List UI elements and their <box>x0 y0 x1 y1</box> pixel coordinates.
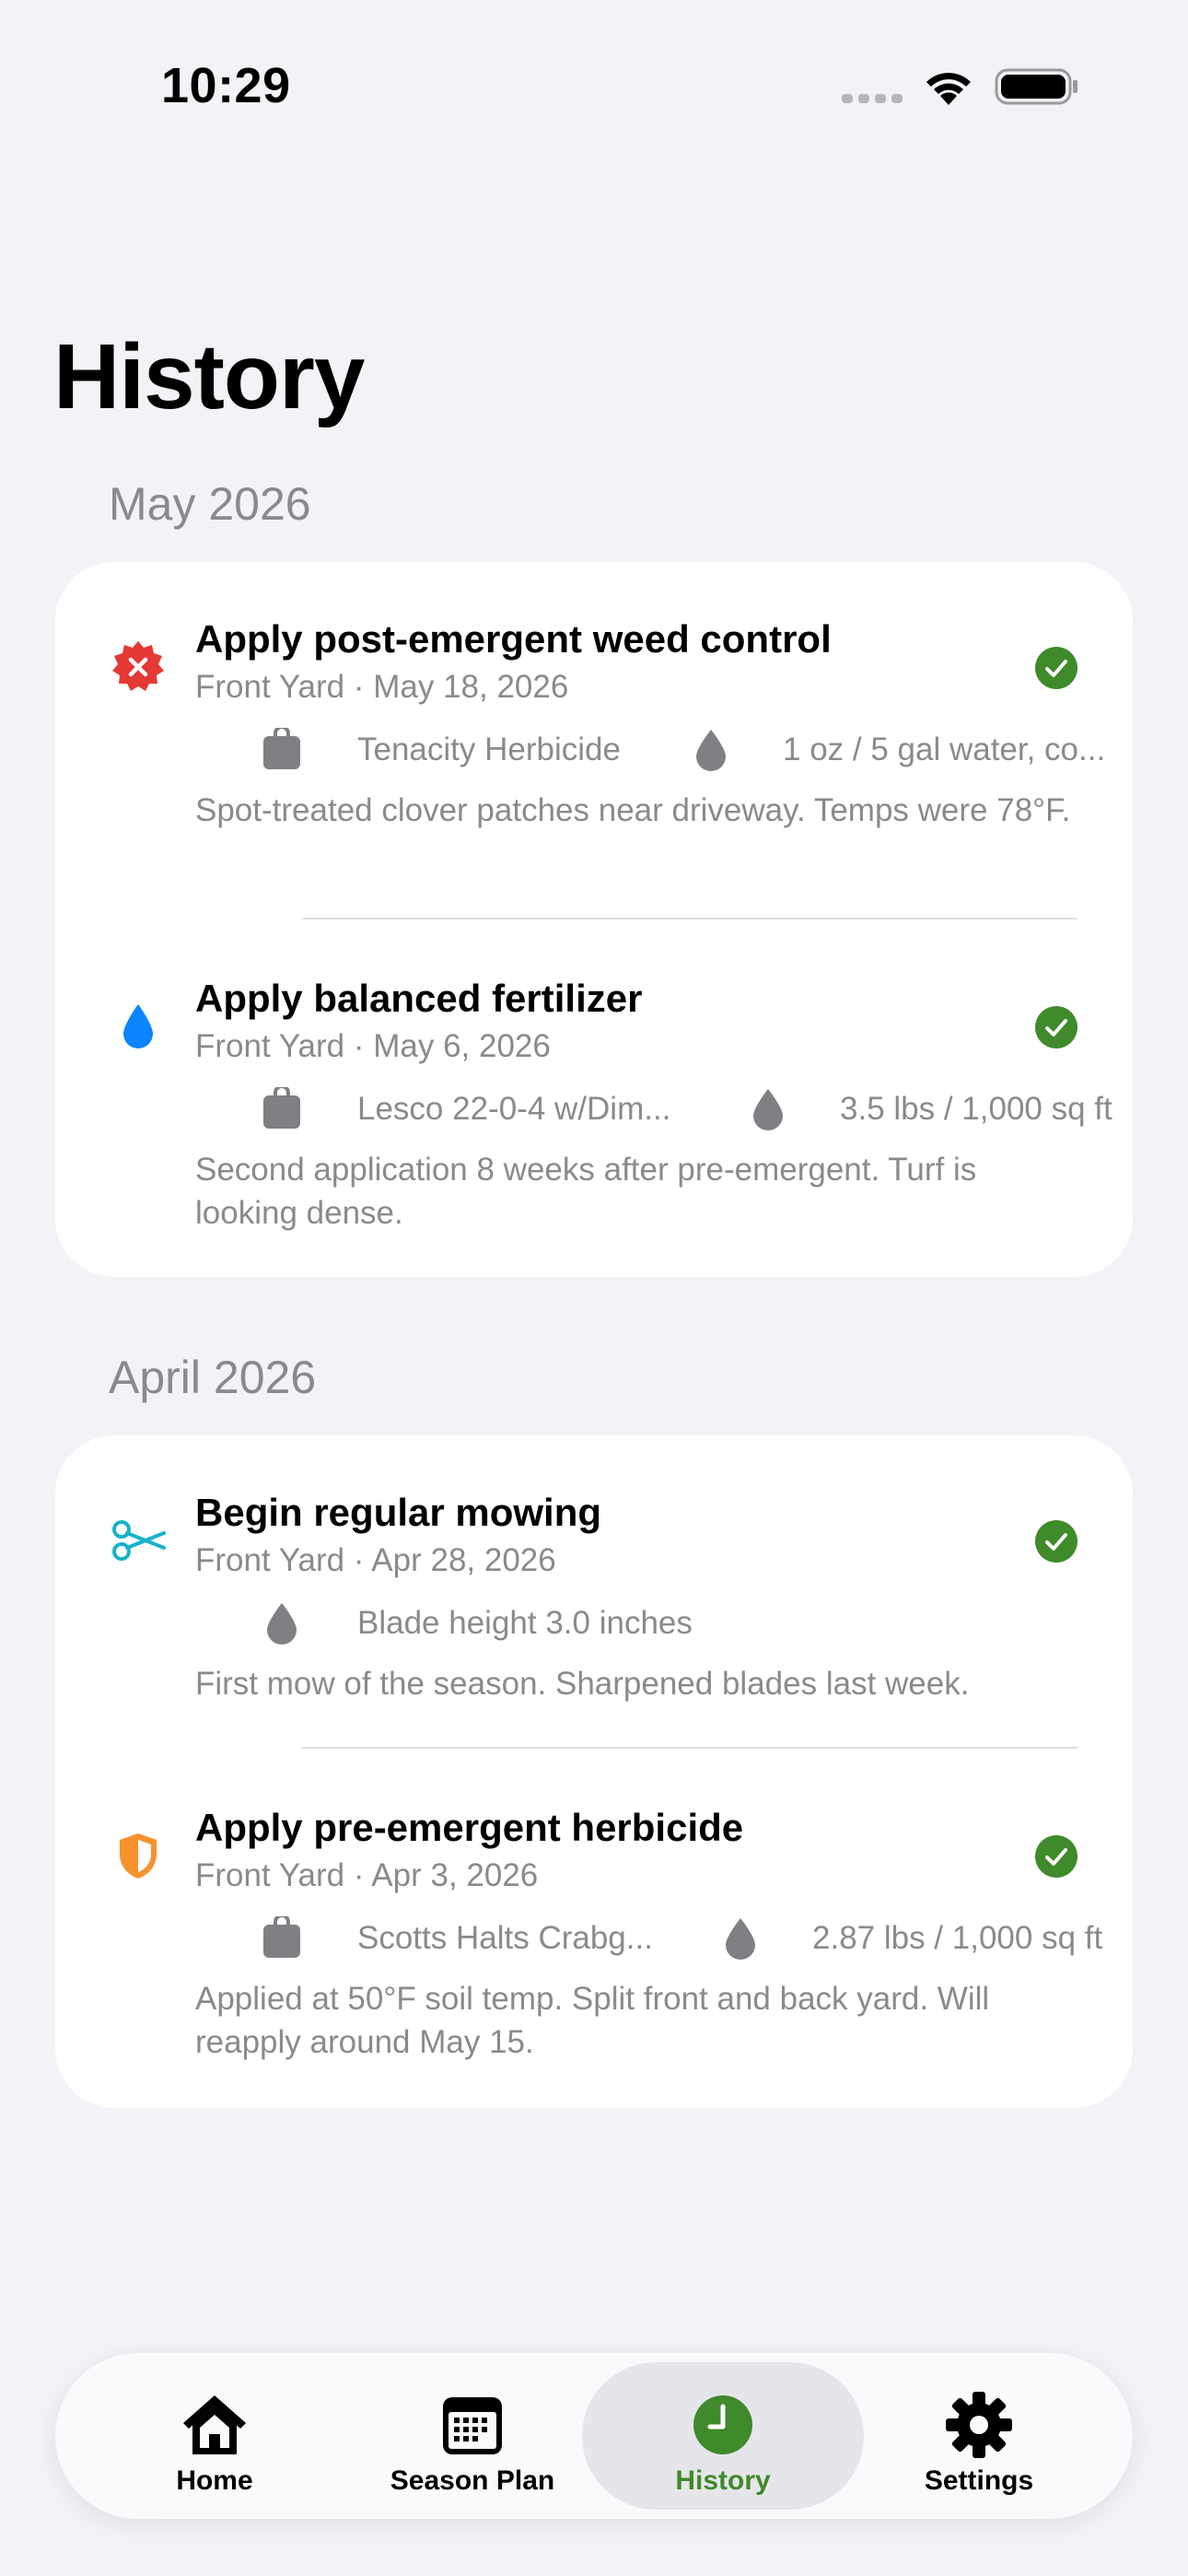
drop-icon <box>726 1918 755 1960</box>
section-header-april-2026: April 2026 <box>109 1352 317 1403</box>
tab-label: History <box>675 2465 771 2496</box>
entry-subtitle: Front Yard · May 18, 2026 <box>195 669 569 705</box>
scissors-icon <box>112 1520 166 1561</box>
completed-check-icon <box>1035 647 1077 689</box>
shield-icon <box>120 1833 157 1879</box>
entry-title: Begin regular mowing <box>195 1491 602 1534</box>
entry-note: Second application 8 weeks after pre-eme… <box>195 1152 977 1231</box>
application-rate: 2.87 lbs / 1,000 sq ft <box>812 1920 1103 1956</box>
clock-icon <box>693 2395 752 2454</box>
entry-subtitle: Front Yard · Apr 3, 2026 <box>195 1857 539 1893</box>
tab-history[interactable]: History <box>582 2362 864 2510</box>
history-entry[interactable]: Begin regular mowing Front Yard · Apr 28… <box>55 1491 1133 1730</box>
tab-home[interactable]: Home <box>74 2362 355 2510</box>
entry-note: First mow of the season. Sharpened blade… <box>195 1666 970 1702</box>
history-entry[interactable]: Apply balanced fertilizer Front Yard · M… <box>55 977 1133 1253</box>
product-name: Scotts Halts Crabg... <box>357 1920 653 1956</box>
tab-settings[interactable]: Settings <box>838 2362 1120 2510</box>
history-entry[interactable]: Apply pre-emergent herbicide Front Yard … <box>55 1806 1133 2082</box>
drop-icon <box>753 1089 783 1130</box>
status-bar: 10:29 <box>0 0 1188 175</box>
entry-subtitle: Front Yard · Apr 28, 2026 <box>195 1542 556 1578</box>
completed-check-icon <box>1035 1006 1077 1048</box>
product-name: Lesco 22-0-4 w/Dim... <box>357 1091 671 1127</box>
blade-height: Blade height 3.0 inches <box>357 1605 693 1641</box>
fertilizer-drop-icon <box>123 1004 153 1048</box>
tab-season-plan[interactable]: Season Plan <box>332 2362 613 2510</box>
history-card-may-2026: Apply post-emergent weed control Front Y… <box>55 562 1133 1277</box>
status-time: 10:29 <box>161 58 291 113</box>
tab-label: Home <box>176 2465 253 2496</box>
page-title: History <box>53 325 366 428</box>
cellular-signal-icon <box>842 94 903 103</box>
calendar-icon <box>443 2397 502 2454</box>
completed-check-icon <box>1035 1520 1077 1563</box>
house-icon <box>183 2395 246 2454</box>
entry-details: Scotts Halts Crabg... 2.87 lbs / 1,000 s… <box>195 1916 1102 1962</box>
history-card-april-2026: Begin regular mowing Front Yard · Apr 28… <box>55 1435 1133 2108</box>
product-name: Tenacity Herbicide <box>357 732 621 767</box>
entry-divider <box>302 1747 1077 1749</box>
entry-note: Spot-treated clover patches near drivewa… <box>195 792 1071 828</box>
drop-icon <box>267 1603 297 1645</box>
entry-details: Tenacity Herbicide 1 oz / 5 gal water, c… <box>195 728 1105 774</box>
completed-check-icon <box>1035 1835 1077 1878</box>
entry-title: Apply balanced fertilizer <box>195 977 643 1020</box>
weed-control-icon <box>112 641 164 691</box>
entry-details: Lesco 22-0-4 w/Dim... 3.5 lbs / 1,000 sq… <box>195 1087 1112 1133</box>
section-header-may-2026: May 2026 <box>109 478 311 530</box>
wifi-icon <box>926 73 971 105</box>
tab-label: Season Plan <box>390 2465 555 2496</box>
bag-icon <box>263 728 300 769</box>
entry-divider <box>302 918 1077 919</box>
entry-subtitle: Front Yard · May 6, 2026 <box>195 1028 551 1064</box>
bag-icon <box>263 1916 300 1958</box>
drop-icon <box>696 730 726 771</box>
application-rate: 3.5 lbs / 1,000 sq ft <box>840 1091 1112 1127</box>
entry-title: Apply post-emergent weed control <box>195 617 832 661</box>
tab-label: Settings <box>924 2465 1034 2496</box>
battery-icon <box>995 68 1077 105</box>
history-entry[interactable]: Apply post-emergent weed control Front Y… <box>55 617 1133 894</box>
tab-bar: Home Season Plan History Settings <box>55 2353 1133 2519</box>
application-rate: 1 oz / 5 gal water, co... <box>783 732 1106 767</box>
entry-note: Applied at 50°F soil temp. Split front a… <box>195 1981 990 2060</box>
bag-icon <box>263 1087 300 1129</box>
gear-icon <box>946 2392 1012 2458</box>
entry-details: Blade height 3.0 inches <box>195 1601 1079 1647</box>
entry-title: Apply pre-emergent herbicide <box>195 1806 744 1849</box>
